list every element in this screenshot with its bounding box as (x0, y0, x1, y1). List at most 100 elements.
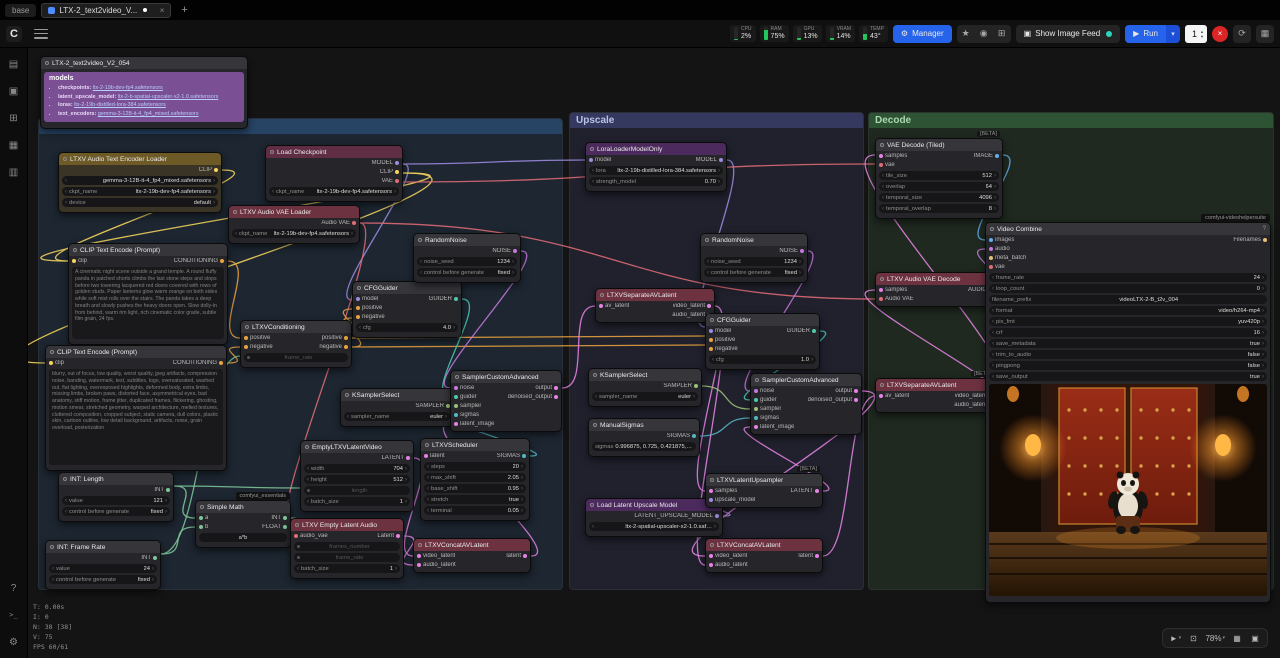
widget-sampler-name[interactable]: ‹sampler_nameeuler› (592, 392, 698, 401)
widget-gemma-3-12b-it-4-fp4-mixed-safetensors[interactable]: ‹gemma-3-12B-it-4_fp4_mixed.safetensors› (62, 176, 218, 185)
output-port-model[interactable]: MODEL (696, 157, 723, 163)
node-ltxvconcatavlatent-2[interactable]: LTXVConcatAVLatentvideo_latentlatentaudi… (705, 538, 823, 573)
output-port-latent[interactable]: LATENT (790, 488, 819, 494)
collapse-dot-icon[interactable] (418, 238, 422, 242)
collapse-dot-icon[interactable] (50, 350, 54, 354)
node-title-bar[interactable]: VAE Decode (Tiled) (876, 139, 1002, 151)
tab-close-icon[interactable]: × (160, 6, 165, 15)
input-port-upscale-model[interactable]: upscale_model (709, 497, 755, 503)
collapse-dot-icon[interactable] (200, 505, 204, 509)
input-port-samples[interactable]: samples (709, 488, 737, 494)
widget-batch-size[interactable]: ‹batch_size1› (294, 564, 400, 573)
input-port-latent-image[interactable]: latent_image (454, 421, 494, 427)
input-port-sigmas[interactable]: sigmas (754, 415, 779, 421)
node-library-icon[interactable]: ⊞ (6, 110, 22, 126)
collapse-dot-icon[interactable] (590, 503, 594, 507)
collapse-dot-icon[interactable] (345, 393, 349, 397)
widget-value[interactable]: ‹value24› (49, 564, 157, 573)
collapse-dot-icon[interactable] (270, 150, 274, 154)
collapse-dot-icon[interactable] (50, 545, 54, 549)
widget-sigmas[interactable]: sigmas0.996875, 0.725, 0.421875, 0.0 (592, 442, 696, 451)
node-samplercustomadvanced-2[interactable]: SamplerCustomAdvancednoiseoutputguiderde… (750, 373, 862, 435)
run-options-caret-icon[interactable]: ▾ (1166, 25, 1180, 43)
node-emptyltxvlatentvideo[interactable]: EmptyLTXVLatentVideoLATENT‹width704›‹hei… (300, 440, 414, 512)
node-title-bar[interactable]: SamplerCustomAdvanced (451, 371, 561, 383)
input-port-b[interactable]: b (199, 524, 208, 530)
help-icon[interactable]: ? (1263, 226, 1266, 232)
node-ltxv-empty-latent-audio[interactable]: LTXV Empty Latent Audioaudio_vaeLatentfr… (290, 518, 404, 579)
output-port-model[interactable]: MODEL (372, 160, 399, 166)
widget-save-metadata[interactable]: ‹save_metadatatrue› (989, 339, 1267, 348)
output-port-latent[interactable]: latent (506, 553, 527, 559)
input-port-latent-image[interactable]: latent_image (754, 424, 794, 430)
help-icon[interactable]: ? (6, 580, 22, 596)
output-port-output[interactable]: output (835, 388, 858, 394)
widget-device[interactable]: ‹devicedefault› (62, 198, 218, 207)
note-model-link[interactable]: loras: ltx-2-19b-distilled-lora-384.safe… (58, 101, 239, 110)
node-title-bar[interactable]: LTX-2_text2video_V2_054 (41, 57, 247, 69)
node-title-bar[interactable]: CLIP Text Encode (Prompt) (46, 346, 226, 358)
input-port-negative[interactable]: negative (356, 314, 385, 320)
input-port-noise[interactable]: noise (454, 385, 474, 391)
fit-view-button[interactable]: ⊡ (1185, 631, 1201, 645)
collapse-dot-icon[interactable] (305, 445, 309, 449)
note-model-link[interactable]: checkpoints: ltx-2-19b-dev-fp4.safetenso… (58, 84, 239, 93)
collapse-dot-icon[interactable] (593, 373, 597, 377)
widget-tile-size[interactable]: ‹tile_size512› (879, 171, 999, 180)
node-cfgguider-2[interactable]: CFGGuidermodelGUIDERpositivenegative‹cfg… (705, 313, 820, 370)
video-preview-frame[interactable] (989, 384, 1267, 596)
input-port-model[interactable]: model (356, 296, 378, 302)
input-port-positive[interactable]: positive (356, 305, 382, 311)
widget-frame-rate[interactable]: frame_rate (294, 553, 400, 562)
clear-queue-button[interactable]: × (1212, 26, 1228, 42)
output-port-clip[interactable]: CLIP (199, 167, 218, 173)
node-title-bar[interactable]: INT: Frame Rate (46, 541, 160, 553)
node-title-bar[interactable]: Video Combine? (986, 223, 1270, 235)
node-ltxv-conditioning[interactable]: LTXVConditioningpositivepositivenegative… (240, 320, 352, 368)
input-port-sampler[interactable]: sampler (754, 406, 781, 412)
output-port-int[interactable]: INT (154, 487, 170, 493)
node-title-bar[interactable]: Simple Math (196, 501, 290, 513)
output-port-denoised-output[interactable]: denoised_output (808, 397, 858, 403)
collapse-dot-icon[interactable] (73, 248, 77, 252)
node-vae-decode-tiled[interactable]: [BETA]VAE Decode (Tiled)samplesIMAGEvae‹… (875, 138, 1003, 219)
widget-control-before-generate[interactable]: ‹control before generatefixed› (417, 268, 517, 277)
node-ltxvlatentupsampler[interactable]: [BETA]LTXVLatentUpsamplersamplesLATENTup… (705, 473, 823, 508)
collapse-dot-icon[interactable] (63, 157, 67, 161)
widget-frame-rate[interactable]: ‹frame_rate24› (989, 273, 1267, 282)
collapse-dot-icon[interactable] (705, 238, 709, 242)
node-title-bar[interactable]: CFGGuider (706, 314, 819, 326)
lock-canvas-button[interactable]: ▣ (1247, 631, 1263, 645)
node-title-bar[interactable]: LTXV Audio VAE Loader (229, 206, 359, 218)
node-load-latent-upscale-model[interactable]: Load Latent Upscale ModelLATENT_UPSCALE_… (585, 498, 723, 537)
workflow-grid-icon[interactable]: ⊞ (993, 25, 1011, 43)
collapse-dot-icon[interactable] (880, 383, 884, 387)
templates-icon[interactable]: ▥ (6, 164, 22, 180)
collapse-dot-icon[interactable] (63, 477, 67, 481)
manager-button[interactable]: ⚙ Manager (893, 25, 952, 43)
node-title-bar[interactable]: INT: Length (59, 473, 173, 485)
node-title-bar[interactable]: LTXV Audio Text Encoder Loader (59, 153, 221, 165)
output-port-positive[interactable]: positive (322, 335, 348, 341)
run-button[interactable]: ▶ Run (1125, 25, 1166, 43)
minimap-button[interactable]: ▦ (1229, 631, 1245, 645)
output-port-negative[interactable]: negative (319, 344, 348, 350)
node-clip-text-encode-prompt[interactable]: CLIP Text Encode (Prompt)clipCONDITIONIN… (68, 243, 228, 345)
widget-lora[interactable]: ‹loraltx-2-19b-distilled-lora-384.safete… (589, 166, 723, 175)
output-port-sigmas[interactable]: SIGMAS (497, 453, 526, 459)
note-model-link[interactable]: text_encoders: gemma-3-12B-it-4_fp4_mixe… (58, 110, 239, 119)
star-icon[interactable]: ★ (957, 25, 975, 43)
input-port-av-latent[interactable]: av_latent (879, 393, 909, 399)
output-port-noise[interactable]: NOISE (492, 248, 517, 254)
collapse-dot-icon[interactable] (418, 543, 422, 547)
output-port-vae[interactable]: VAE (381, 178, 399, 184)
output-port-filenames[interactable]: Filenames (1233, 237, 1267, 243)
input-port-latent[interactable]: latent (424, 453, 445, 459)
widget-pingpong[interactable]: ‹pingpongfalse› (989, 361, 1267, 370)
node-note[interactable]: LTX-2_text2video_V2_054modelscheckpoints… (40, 56, 248, 129)
node-samplercustomadvanced-1[interactable]: SamplerCustomAdvancednoiseoutputguiderde… (450, 370, 562, 432)
output-port-clip[interactable]: CLIP (380, 169, 399, 175)
input-port-guider[interactable]: guider (754, 397, 777, 403)
widget-crf[interactable]: ‹crf16› (989, 328, 1267, 337)
collapse-dot-icon[interactable] (245, 325, 249, 329)
